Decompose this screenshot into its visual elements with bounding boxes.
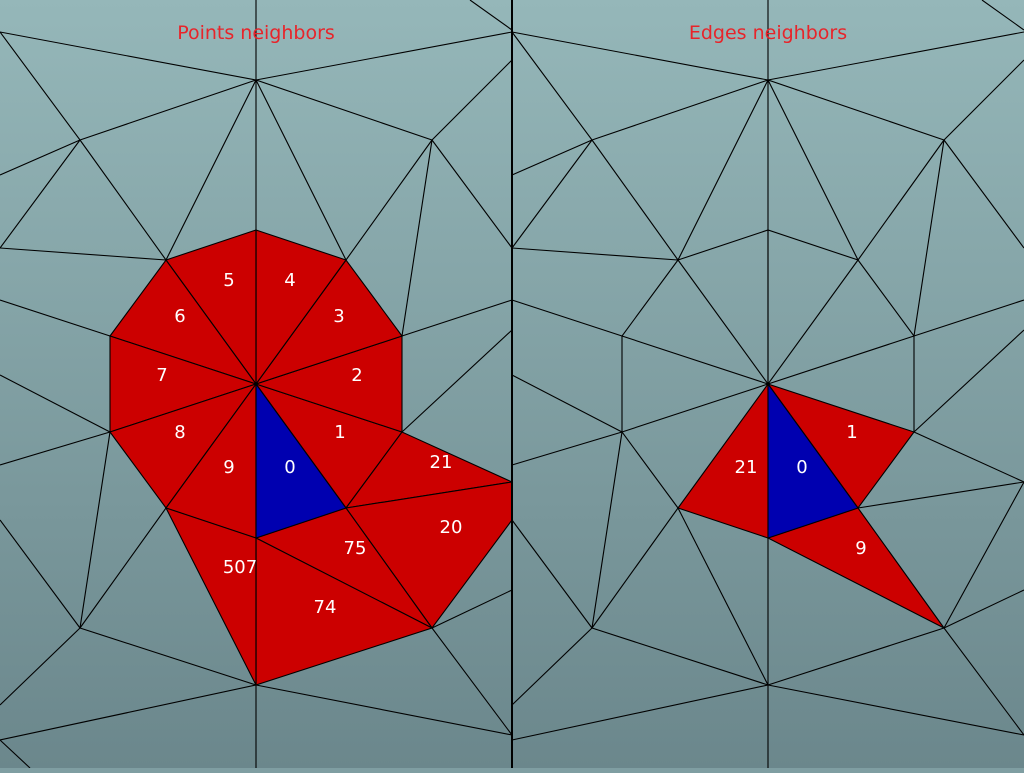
cell-label-507: 507 xyxy=(223,557,257,578)
cell-label-21: 21 xyxy=(735,457,758,478)
points-neighbors-panel: Points neighbors 0 1 2 3 4 5 6 7 8 9 21 … xyxy=(0,0,514,769)
selected-cell-label: 0 xyxy=(796,457,807,478)
cell-label-7: 7 xyxy=(156,365,167,386)
cell-label-21: 21 xyxy=(430,452,453,473)
cell-label-9: 9 xyxy=(855,538,866,559)
cell-label-9: 9 xyxy=(223,457,234,478)
panel-title: Edges neighbors xyxy=(689,22,847,44)
cell-label-6: 6 xyxy=(174,306,185,327)
cell-label-2: 2 xyxy=(351,365,362,386)
edges-neighbors-panel: Edges neighbors 0 1 21 9 xyxy=(511,0,1024,768)
cell-label-8: 8 xyxy=(174,422,185,443)
cell-label-20: 20 xyxy=(440,517,463,538)
panel-title: Points neighbors xyxy=(177,22,335,44)
render-viewport: Points neighbors 0 1 2 3 4 5 6 7 8 9 21 … xyxy=(0,0,1024,769)
cell-label-1: 1 xyxy=(334,422,345,443)
cell-label-75: 75 xyxy=(344,538,367,559)
cell-label-1: 1 xyxy=(846,422,857,443)
selected-cell-label: 0 xyxy=(284,457,295,478)
cell-label-74: 74 xyxy=(314,597,337,618)
cell-label-4: 4 xyxy=(284,270,295,291)
cell-label-3: 3 xyxy=(333,306,344,327)
mesh-scene: Points neighbors 0 1 2 3 4 5 6 7 8 9 21 … xyxy=(0,0,1024,769)
cell-label-5: 5 xyxy=(223,270,234,291)
